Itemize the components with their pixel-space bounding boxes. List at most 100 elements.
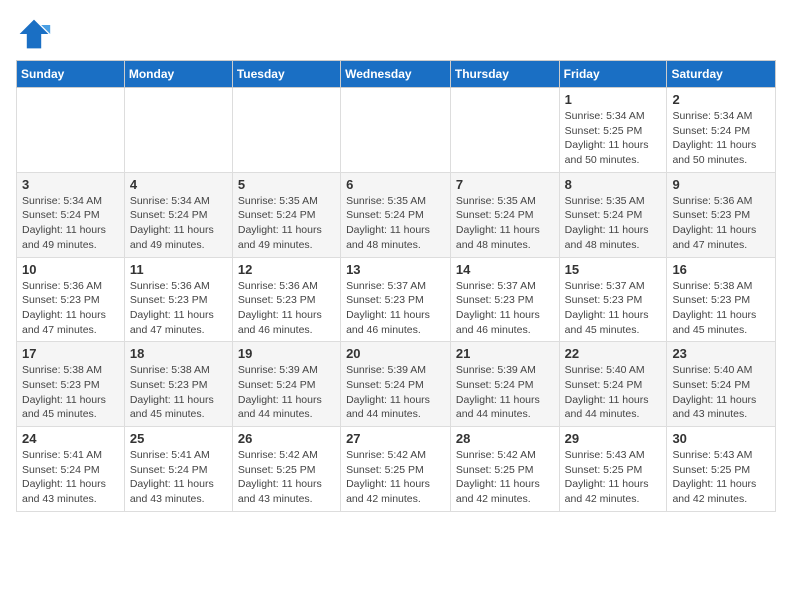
day-number: 7 xyxy=(456,177,554,192)
day-info: Sunrise: 5:38 AM Sunset: 5:23 PM Dayligh… xyxy=(130,363,227,422)
day-info: Sunrise: 5:38 AM Sunset: 5:23 PM Dayligh… xyxy=(672,279,770,338)
calendar-cell: 23 Sunrise: 5:40 AM Sunset: 5:24 PM Dayli… xyxy=(667,342,776,427)
calendar-cell: 20 Sunrise: 5:39 AM Sunset: 5:24 PM Dayli… xyxy=(341,342,451,427)
day-info: Sunrise: 5:34 AM Sunset: 5:25 PM Dayligh… xyxy=(565,109,662,168)
calendar-cell: 6 Sunrise: 5:35 AM Sunset: 5:24 PM Daylig… xyxy=(341,172,451,257)
day-info: Sunrise: 5:39 AM Sunset: 5:24 PM Dayligh… xyxy=(238,363,335,422)
day-number: 26 xyxy=(238,431,335,446)
day-info: Sunrise: 5:39 AM Sunset: 5:24 PM Dayligh… xyxy=(456,363,554,422)
calendar-cell: 4Sunrise: 5:34 AM Sunset: 5:24 PM Daylig… xyxy=(124,172,232,257)
day-number: 24 xyxy=(22,431,119,446)
calendar-cell: 21 Sunrise: 5:39 AM Sunset: 5:24 PM Dayli… xyxy=(450,342,559,427)
day-info: Sunrise: 5:39 AM Sunset: 5:24 PM Dayligh… xyxy=(346,363,445,422)
logo[interactable] xyxy=(16,16,56,52)
day-info: Sunrise: 5:43 AM Sunset: 5:25 PM Dayligh… xyxy=(565,448,662,507)
day-number: 25 xyxy=(130,431,227,446)
calendar-table: SundayMondayTuesdayWednesdayThursdayFrid… xyxy=(16,60,776,512)
calendar-header-wednesday: Wednesday xyxy=(341,61,451,88)
calendar-cell: 1 Sunrise: 5:34 AM Sunset: 5:25 PM Daylig… xyxy=(559,88,667,173)
calendar-cell: 14 Sunrise: 5:37 AM Sunset: 5:23 PM Dayli… xyxy=(450,257,559,342)
day-info: Sunrise: 5:42 AM Sunset: 5:25 PM Dayligh… xyxy=(238,448,335,507)
day-number: 22 xyxy=(565,346,662,361)
calendar-header-row: SundayMondayTuesdayWednesdayThursdayFrid… xyxy=(17,61,776,88)
day-number: 13 xyxy=(346,262,445,277)
day-info: Sunrise: 5:37 AM Sunset: 5:23 PM Dayligh… xyxy=(565,279,662,338)
day-number: 12 xyxy=(238,262,335,277)
day-info: Sunrise: 5:38 AM Sunset: 5:23 PM Dayligh… xyxy=(22,363,119,422)
calendar-cell: 16 Sunrise: 5:38 AM Sunset: 5:23 PM Dayli… xyxy=(667,257,776,342)
day-number: 28 xyxy=(456,431,554,446)
day-number: 3 xyxy=(22,177,119,192)
calendar-header-tuesday: Tuesday xyxy=(232,61,340,88)
calendar-week-1: 1 Sunrise: 5:34 AM Sunset: 5:25 PM Daylig… xyxy=(17,88,776,173)
day-number: 1 xyxy=(565,92,662,107)
day-number: 19 xyxy=(238,346,335,361)
calendar-week-2: 3 Sunrise: 5:34 AM Sunset: 5:24 PM Daylig… xyxy=(17,172,776,257)
calendar-header-sunday: Sunday xyxy=(17,61,125,88)
day-number: 18 xyxy=(130,346,227,361)
day-number: 23 xyxy=(672,346,770,361)
page-header xyxy=(16,16,776,52)
day-number: 8 xyxy=(565,177,662,192)
calendar-cell: 9 Sunrise: 5:36 AM Sunset: 5:23 PM Daylig… xyxy=(667,172,776,257)
calendar-week-4: 17 Sunrise: 5:38 AM Sunset: 5:23 PM Dayli… xyxy=(17,342,776,427)
day-info: Sunrise: 5:41 AM Sunset: 5:24 PM Dayligh… xyxy=(130,448,227,507)
day-number: 29 xyxy=(565,431,662,446)
day-info: Sunrise: 5:36 AM Sunset: 5:23 PM Dayligh… xyxy=(130,279,227,338)
day-info: Sunrise: 5:35 AM Sunset: 5:24 PM Dayligh… xyxy=(456,194,554,253)
day-info: Sunrise: 5:36 AM Sunset: 5:23 PM Dayligh… xyxy=(672,194,770,253)
calendar-week-3: 10Sunrise: 5:36 AM Sunset: 5:23 PM Dayli… xyxy=(17,257,776,342)
calendar-cell: 19 Sunrise: 5:39 AM Sunset: 5:24 PM Dayli… xyxy=(232,342,340,427)
day-info: Sunrise: 5:36 AM Sunset: 5:23 PM Dayligh… xyxy=(238,279,335,338)
day-number: 11 xyxy=(130,262,227,277)
calendar-cell: 10Sunrise: 5:36 AM Sunset: 5:23 PM Dayli… xyxy=(17,257,125,342)
calendar-cell: 24Sunrise: 5:41 AM Sunset: 5:24 PM Dayli… xyxy=(17,427,125,512)
day-number: 9 xyxy=(672,177,770,192)
day-info: Sunrise: 5:43 AM Sunset: 5:25 PM Dayligh… xyxy=(672,448,770,507)
calendar-header-monday: Monday xyxy=(124,61,232,88)
calendar-cell: 8 Sunrise: 5:35 AM Sunset: 5:24 PM Daylig… xyxy=(559,172,667,257)
calendar-cell: 5Sunrise: 5:35 AM Sunset: 5:24 PM Daylig… xyxy=(232,172,340,257)
calendar-cell xyxy=(17,88,125,173)
calendar-cell: 12 Sunrise: 5:36 AM Sunset: 5:23 PM Dayli… xyxy=(232,257,340,342)
day-number: 6 xyxy=(346,177,445,192)
day-info: Sunrise: 5:42 AM Sunset: 5:25 PM Dayligh… xyxy=(346,448,445,507)
calendar-cell: 3 Sunrise: 5:34 AM Sunset: 5:24 PM Daylig… xyxy=(17,172,125,257)
day-info: Sunrise: 5:42 AM Sunset: 5:25 PM Dayligh… xyxy=(456,448,554,507)
calendar-cell: 28 Sunrise: 5:42 AM Sunset: 5:25 PM Dayli… xyxy=(450,427,559,512)
calendar-cell: 17 Sunrise: 5:38 AM Sunset: 5:23 PM Dayli… xyxy=(17,342,125,427)
calendar-cell: 22 Sunrise: 5:40 AM Sunset: 5:24 PM Dayli… xyxy=(559,342,667,427)
day-info: Sunrise: 5:34 AM Sunset: 5:24 PM Dayligh… xyxy=(672,109,770,168)
calendar-cell xyxy=(450,88,559,173)
day-number: 27 xyxy=(346,431,445,446)
day-number: 17 xyxy=(22,346,119,361)
calendar-cell: 26 Sunrise: 5:42 AM Sunset: 5:25 PM Dayli… xyxy=(232,427,340,512)
day-number: 20 xyxy=(346,346,445,361)
day-info: Sunrise: 5:40 AM Sunset: 5:24 PM Dayligh… xyxy=(672,363,770,422)
calendar-cell xyxy=(232,88,340,173)
calendar-cell: 2 Sunrise: 5:34 AM Sunset: 5:24 PM Daylig… xyxy=(667,88,776,173)
calendar-cell: 18 Sunrise: 5:38 AM Sunset: 5:23 PM Dayli… xyxy=(124,342,232,427)
calendar-header-saturday: Saturday xyxy=(667,61,776,88)
day-info: Sunrise: 5:35 AM Sunset: 5:24 PM Dayligh… xyxy=(565,194,662,253)
logo-icon xyxy=(16,16,52,52)
day-info: Sunrise: 5:34 AM Sunset: 5:24 PM Dayligh… xyxy=(130,194,227,253)
calendar-cell: 11 Sunrise: 5:36 AM Sunset: 5:23 PM Dayli… xyxy=(124,257,232,342)
day-number: 15 xyxy=(565,262,662,277)
day-number: 21 xyxy=(456,346,554,361)
calendar-cell xyxy=(124,88,232,173)
day-info: Sunrise: 5:34 AM Sunset: 5:24 PM Dayligh… xyxy=(22,194,119,253)
day-number: 2 xyxy=(672,92,770,107)
calendar-cell: 30 Sunrise: 5:43 AM Sunset: 5:25 PM Dayli… xyxy=(667,427,776,512)
day-number: 14 xyxy=(456,262,554,277)
calendar-cell: 29 Sunrise: 5:43 AM Sunset: 5:25 PM Dayli… xyxy=(559,427,667,512)
day-info: Sunrise: 5:40 AM Sunset: 5:24 PM Dayligh… xyxy=(565,363,662,422)
day-number: 5 xyxy=(238,177,335,192)
day-number: 30 xyxy=(672,431,770,446)
day-info: Sunrise: 5:35 AM Sunset: 5:24 PM Dayligh… xyxy=(346,194,445,253)
day-info: Sunrise: 5:37 AM Sunset: 5:23 PM Dayligh… xyxy=(456,279,554,338)
calendar-week-5: 24 Sunrise: 5:41 AM Sunset: 5:24 PM Dayli… xyxy=(17,427,776,512)
calendar-cell: 25 Sunrise: 5:41 AM Sunset: 5:24 PM Dayli… xyxy=(124,427,232,512)
calendar-cell: 7 Sunrise: 5:35 AM Sunset: 5:24 PM Daylig… xyxy=(450,172,559,257)
day-number: 16 xyxy=(672,262,770,277)
